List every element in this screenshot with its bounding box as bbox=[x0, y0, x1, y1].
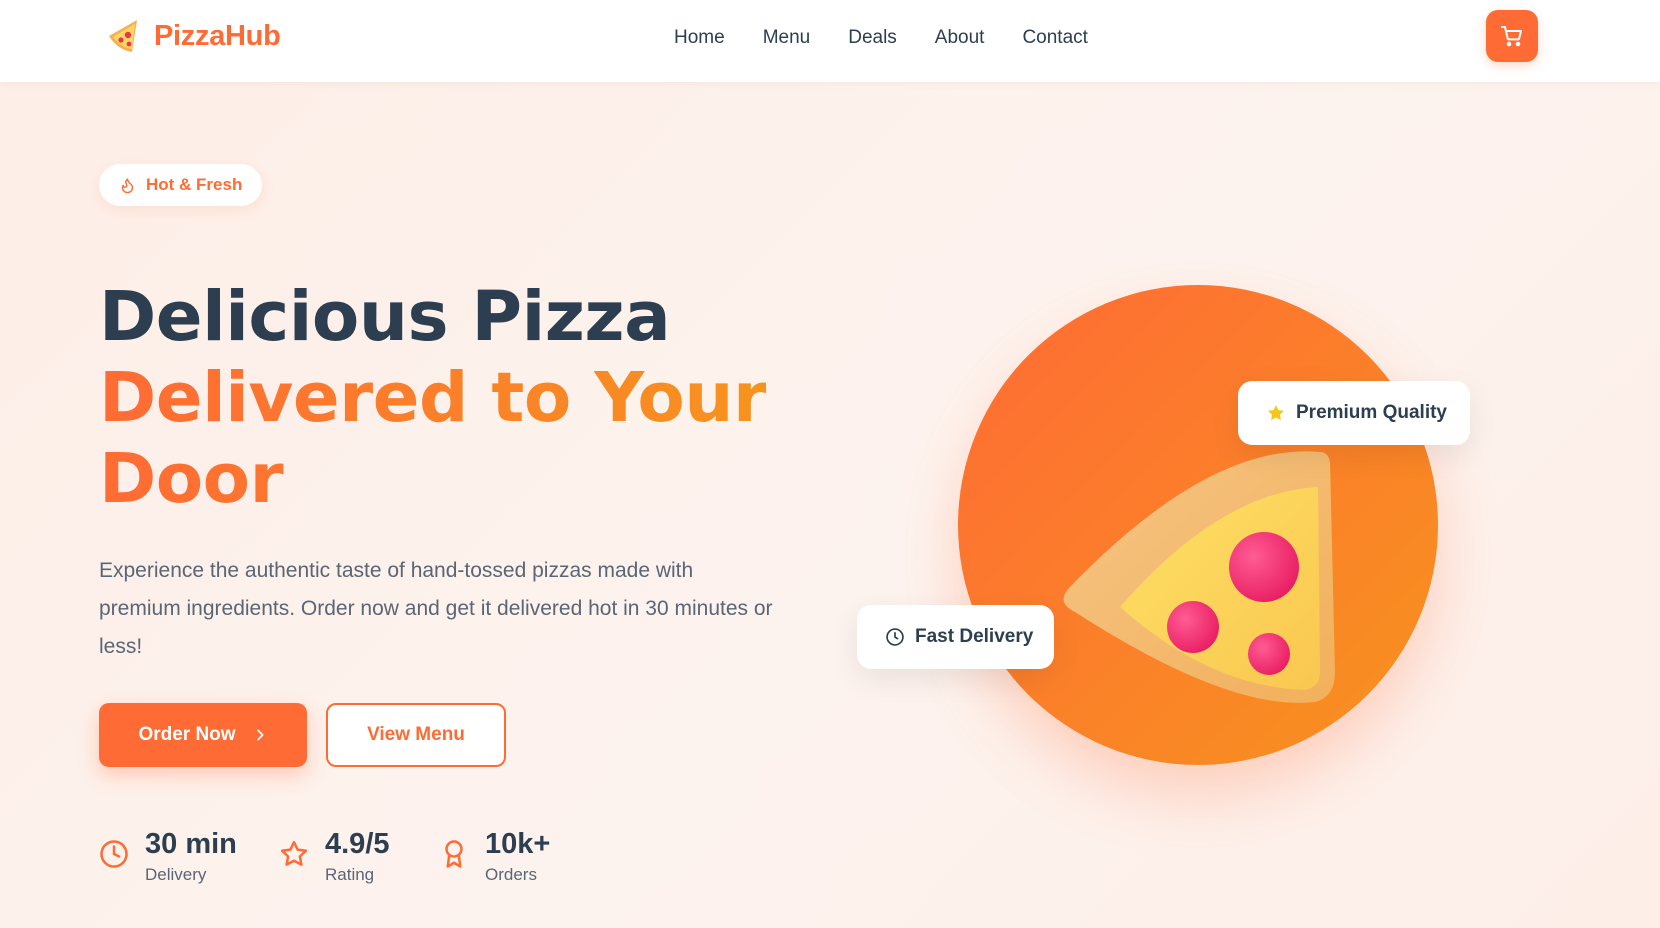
nav-home[interactable]: Home bbox=[674, 26, 725, 50]
view-menu-label: View Menu bbox=[367, 724, 465, 745]
hero-title: Delicious Pizza Delivered to Your Door bbox=[99, 277, 767, 520]
chevron-right-icon bbox=[256, 729, 264, 741]
flame-icon bbox=[121, 177, 134, 193]
stat-label: Rating bbox=[325, 865, 375, 884]
cart-icon bbox=[1501, 26, 1522, 47]
cart-button[interactable] bbox=[1486, 10, 1538, 62]
stat-value: 30 min bbox=[145, 828, 237, 860]
stat-delivery: 30 min Delivery bbox=[99, 827, 279, 885]
star-icon bbox=[1268, 405, 1284, 421]
order-now-button[interactable]: Order Now bbox=[99, 703, 307, 767]
pizza-illustration bbox=[1063, 451, 1335, 703]
brand-name: PizzaHub bbox=[154, 19, 281, 52]
hero-title-line2: Delivered to Your bbox=[99, 358, 767, 438]
clock-icon bbox=[886, 628, 904, 646]
stat-value: 4.9/5 bbox=[325, 828, 390, 860]
stat-rating: 4.9/5 Rating bbox=[279, 827, 439, 885]
view-menu-button[interactable]: View Menu bbox=[326, 703, 506, 767]
hot-fresh-badge: Hot & Fresh bbox=[99, 164, 263, 206]
hero-stats: 30 min Delivery 4.9/5 Rating 10k+ Orders bbox=[99, 827, 550, 885]
clock-icon bbox=[100, 840, 128, 868]
hero-section: Hot & Fresh Delicious Pizza Delivered to… bbox=[0, 82, 1660, 928]
fast-delivery-label: Fast Delivery bbox=[915, 626, 1034, 647]
premium-quality-label: Premium Quality bbox=[1296, 402, 1447, 423]
nav-contact[interactable]: Contact bbox=[1022, 26, 1087, 50]
stat-value: 10k+ bbox=[485, 828, 551, 860]
pizza-slice-icon bbox=[109, 20, 137, 52]
star-icon bbox=[280, 840, 308, 866]
stat-label: Orders bbox=[485, 865, 537, 884]
hero-title-line1: Delicious Pizza bbox=[99, 277, 671, 357]
site-header: PizzaHub Home Menu Deals About Contact bbox=[0, 0, 1660, 82]
fast-delivery-card: Fast Delivery bbox=[857, 605, 1054, 669]
nav-menu[interactable]: Menu bbox=[763, 26, 811, 50]
stat-label: Delivery bbox=[145, 865, 207, 884]
premium-quality-card: Premium Quality bbox=[1238, 381, 1470, 445]
main-nav: Home Menu Deals About Contact bbox=[674, 26, 1126, 50]
hero-description: Experience the authentic taste of hand-t… bbox=[99, 559, 773, 658]
badge-label: Hot & Fresh bbox=[146, 175, 243, 194]
hero-title-line3: Door bbox=[99, 439, 766, 520]
award-icon bbox=[445, 840, 463, 868]
nav-deals[interactable]: Deals bbox=[848, 26, 897, 50]
logo[interactable]: PizzaHub bbox=[104, 16, 281, 56]
stat-orders: 10k+ Orders bbox=[439, 827, 550, 885]
nav-about[interactable]: About bbox=[935, 26, 985, 50]
order-now-label: Order Now bbox=[138, 724, 236, 745]
